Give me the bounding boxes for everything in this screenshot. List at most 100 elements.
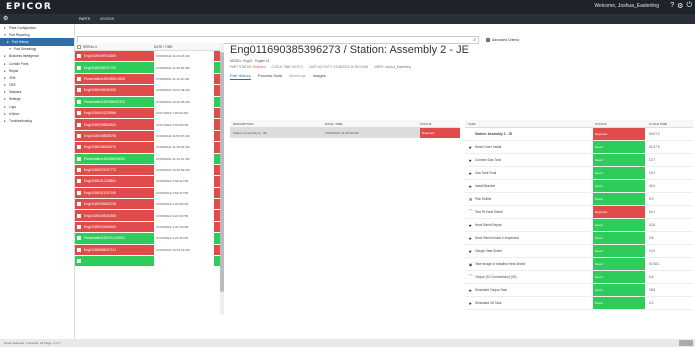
row-checkbox[interactable] bbox=[77, 168, 81, 173]
sidebar-item-settings[interactable]: ▸ Settings bbox=[0, 96, 74, 103]
table-row[interactable]: Eng011690385396273 07/26/2022 11:39:03 AM bbox=[75, 142, 220, 154]
tab-warnings[interactable]: Warnings bbox=[289, 73, 306, 80]
task-row[interactable]: ☛ Gauge Heat Shield Good 12.9 bbox=[465, 245, 693, 258]
table-row[interactable]: Eng011690401226946 07/27/2022 7:00:00 AM bbox=[75, 107, 220, 120]
tab-assemb[interactable]: ASSEMB bbox=[100, 17, 114, 21]
row-checkbox[interactable] bbox=[77, 76, 81, 81]
col-cycle-time[interactable]: CYCLE TIME bbox=[645, 122, 693, 126]
row-checkbox[interactable] bbox=[77, 99, 81, 104]
advanced-criteria-button[interactable]: ⚙ Advanced Criteria bbox=[486, 38, 519, 42]
table-row[interactable] bbox=[75, 256, 220, 268]
sidebar-item-evision[interactable]: ▸ eVision bbox=[0, 110, 74, 117]
col-task[interactable]: TASK bbox=[465, 122, 593, 126]
help-icon[interactable]: ? bbox=[670, 2, 674, 10]
task-row[interactable]: ☛ Simulated Oil Task Good 6.2 bbox=[465, 297, 693, 310]
task-row[interactable]: ☛ Heat Shield Install & Inspection Good 5.8 bbox=[465, 232, 693, 245]
table-row[interactable]: Eng011690398558543 07/27/2022 2:59:00 PM bbox=[75, 119, 220, 131]
logout-icon[interactable]: ⏻ bbox=[686, 2, 692, 10]
task-row[interactable]: ☛ Heat Shield Repair Good 32.6 bbox=[465, 219, 693, 232]
sidebar-item-plant-configuration[interactable]: ▸ Plant Configuration bbox=[0, 24, 74, 31]
task-row[interactable]: ⌒ Test Fit Heat Shield Rejected 04.1 bbox=[465, 206, 693, 219]
row-checkbox[interactable] bbox=[77, 236, 81, 241]
tab-images[interactable]: Images bbox=[313, 73, 326, 80]
row-checkbox[interactable] bbox=[77, 213, 81, 218]
sidebar-item-part-reporting[interactable]: ▾ Part Reporting bbox=[0, 31, 74, 38]
table-row[interactable]: Eng011690301965600 07/24/2022 1:30:19 PM bbox=[75, 221, 220, 234]
sidebar-item-part-genealogy[interactable]: ▾ Part Genealogy bbox=[0, 46, 74, 53]
row-checkbox[interactable] bbox=[77, 145, 81, 150]
sidebar-item-statuses[interactable]: ▸ Statuses bbox=[0, 89, 74, 96]
sidebar-item-contain-parts[interactable]: ▸ Contain Parts bbox=[0, 60, 74, 67]
search-icon[interactable]: ⌕ bbox=[473, 37, 476, 43]
row-checkbox[interactable] bbox=[77, 54, 81, 59]
tab-process-data[interactable]: Process Data bbox=[258, 73, 282, 80]
row-checkbox[interactable] bbox=[77, 111, 81, 116]
sidebar-item-repair[interactable]: ▸ Repair bbox=[0, 67, 74, 74]
task-row[interactable]: ☛ Gas Tank Final Good 19.1 bbox=[465, 167, 693, 180]
task-row[interactable]: ☛ Install Bracket Good 40.4 bbox=[465, 180, 693, 193]
serial-cell: Presentation1690459613528 bbox=[84, 76, 125, 81]
task-name: Install Bracket bbox=[475, 184, 496, 188]
table-row[interactable]: Eng011690372107770 07/26/2022 10:46:59 AM bbox=[75, 164, 220, 177]
row-checkbox[interactable] bbox=[77, 133, 81, 138]
task-row[interactable]: Station: Assembly 2 - JE Rejected 00:07.2 bbox=[465, 128, 693, 141]
serial-scrollbar-thumb[interactable] bbox=[220, 52, 224, 292]
serial-cell: Eng011690308154508 bbox=[84, 213, 117, 218]
row-checkbox[interactable] bbox=[77, 225, 81, 230]
col-task-status[interactable]: STATUS bbox=[593, 122, 645, 126]
sidebar-item-label: OEE bbox=[9, 83, 16, 88]
date-cell bbox=[154, 256, 214, 267]
task-row[interactable]: ☛ Connect Gas Tank Good 10.7 bbox=[465, 154, 693, 167]
col-desc-date[interactable]: DATE / TIME bbox=[325, 122, 420, 126]
row-checkbox[interactable] bbox=[77, 247, 81, 252]
sidebar-item-oee[interactable]: ▸ OEE bbox=[0, 82, 74, 89]
task-row[interactable]: ◉ Take Image of Installed Heat Shield Good… bbox=[465, 258, 693, 271]
tab-part-history[interactable]: Part History bbox=[230, 73, 251, 80]
table-row[interactable]: Eng011690311207148 07/25/2022 2:54:37 PM bbox=[75, 187, 220, 200]
row-checkbox[interactable] bbox=[77, 259, 81, 264]
col-description[interactable]: DESCRIPTION bbox=[230, 122, 325, 126]
task-row[interactable]: ☛ Simulated Torque Task Good 28.8 bbox=[465, 284, 693, 297]
footer-button[interactable] bbox=[679, 340, 693, 346]
table-row[interactable]: Presentation1690380496000 07/26/2022 11:1… bbox=[75, 153, 220, 165]
col-serial[interactable]: SERIAL # bbox=[83, 45, 154, 49]
col-desc-status[interactable]: STATUS bbox=[420, 122, 460, 126]
table-row[interactable]: Eng011690459746600 07/28/2022 11:43:23 AM bbox=[75, 51, 220, 63]
sidebar-settings-icon[interactable]: ⚙ bbox=[0, 14, 75, 24]
table-row[interactable]: Eng011689866297141 07/20/2022 10:51:19 AM bbox=[75, 244, 220, 257]
sidebar-item-part-history[interactable]: ▸ Part History bbox=[0, 38, 74, 46]
date-cell: 07/26/2022 11:39:03 AM bbox=[154, 142, 214, 153]
sidebar-item-logs[interactable]: ▸ Logs bbox=[0, 103, 74, 110]
table-row[interactable]: Eng011690459164438 07/28/2022 10:51:38 AM bbox=[75, 85, 220, 97]
table-row[interactable]: Eng011690459707709 07/28/2022 11:39:33 AM bbox=[75, 62, 220, 74]
row-checkbox[interactable] bbox=[77, 156, 81, 161]
sidebar-item-business-intelligence[interactable]: ▸ Business Intelligence bbox=[0, 53, 74, 60]
sidebar-item-jem[interactable]: ▸ JEM bbox=[0, 74, 74, 81]
table-row[interactable]: Eng011690308154508 07/25/2022 2:20:32 PM bbox=[75, 210, 220, 222]
table-row[interactable]: Presentation1690211220000 07/24/2022 1:23… bbox=[75, 233, 220, 245]
settings-icon[interactable]: ⚙ bbox=[677, 2, 683, 10]
table-row[interactable]: Eng011690311208884 07/25/2022 2:58:42 PM bbox=[75, 176, 220, 188]
task-status: Good bbox=[593, 258, 645, 270]
task-row[interactable]: ☛ Head Cover Install Good 01:37.5 bbox=[465, 141, 693, 154]
serial-table-header: SERIAL # DATE / TIME bbox=[75, 43, 220, 51]
table-row[interactable]: Presentation1690455467870 07/28/2022 10:2… bbox=[75, 96, 220, 108]
table-row[interactable]: Eng011690309082216 07/25/2022 2:22:58 PM bbox=[75, 199, 220, 211]
row-checkbox[interactable] bbox=[77, 202, 81, 207]
desc-cell: Station: Assembly 2 - JE bbox=[233, 131, 267, 135]
task-row[interactable]: ⌒ Torque (10 Connections) (30) Good 6.6 bbox=[465, 271, 693, 284]
tab-parts[interactable]: PARTS bbox=[79, 17, 90, 21]
row-checkbox[interactable] bbox=[77, 122, 81, 127]
col-date[interactable]: DATE / TIME bbox=[154, 45, 214, 49]
row-checkbox[interactable] bbox=[77, 88, 81, 93]
row-checkbox[interactable] bbox=[77, 190, 81, 195]
row-checkbox[interactable] bbox=[77, 65, 81, 70]
row-checkbox[interactable] bbox=[77, 179, 81, 184]
sidebar-item-troubleshooting[interactable]: ▸ Troubleshooting bbox=[0, 117, 74, 124]
select-all-checkbox[interactable] bbox=[77, 44, 81, 49]
table-row[interactable]: Presentation1690459613528 07/28/2022 11:1… bbox=[75, 73, 220, 86]
expand-icon: ▸ bbox=[4, 119, 6, 124]
description-row[interactable]: Station: Assembly 2 - JE 07/26/2022 11:3… bbox=[230, 128, 460, 138]
table-row[interactable]: Eng011690368088798 07/26/2022 11:58:07 AM bbox=[75, 130, 220, 143]
task-row[interactable]: ⚒ Pick Muffler Good 6.9 bbox=[465, 193, 693, 206]
